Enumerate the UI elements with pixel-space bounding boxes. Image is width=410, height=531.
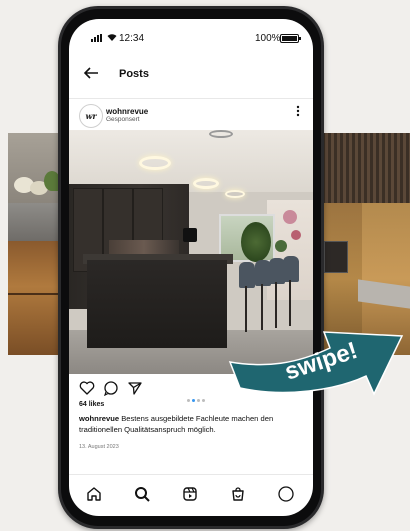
likes-count[interactable]: 64 likes [79, 401, 104, 408]
nav-bar: Posts [69, 63, 313, 93]
brand-logo: wr [85, 111, 97, 121]
status-time: 12:34 [119, 33, 145, 44]
signal-icon [91, 34, 105, 42]
shop-icon[interactable] [229, 485, 247, 503]
background-kitchen-image-left [8, 133, 62, 355]
home-icon[interactable] [85, 485, 103, 503]
sponsored-label: Gesponsert [106, 116, 140, 123]
carousel-dot [202, 399, 205, 402]
wifi-icon [107, 33, 117, 44]
page-title: Posts [119, 68, 149, 80]
phone-screen: 12:34 100% Posts wr wohnrevue Gesponsert [69, 19, 313, 516]
caption-author[interactable]: wohnrevue [79, 414, 119, 423]
more-vertical-icon[interactable] [295, 105, 301, 119]
swipe-banner: swipe! [226, 318, 408, 404]
post-date: 13. August 2023 [79, 444, 119, 450]
post-caption: wohnrevue Bestens ausgebildete Fachleute… [79, 413, 305, 435]
profile-icon[interactable] [277, 485, 295, 503]
search-icon[interactable] [133, 485, 151, 503]
reels-icon[interactable] [181, 485, 199, 503]
carousel-dot [187, 399, 190, 402]
carousel-dot-active [192, 399, 195, 402]
heart-icon[interactable] [79, 380, 95, 396]
bottom-tab-bar [69, 474, 313, 516]
battery-percent: 100% [255, 33, 281, 44]
battery-icon [280, 34, 301, 43]
comment-icon[interactable] [103, 380, 119, 397]
send-icon[interactable] [127, 380, 143, 396]
carousel-dot [197, 399, 200, 402]
arrow-left-icon[interactable] [83, 65, 99, 85]
phone-frame: 12:34 100% Posts wr wohnrevue Gesponsert [58, 6, 324, 529]
status-bar: 12:34 100% [69, 19, 313, 53]
avatar[interactable]: wr [79, 104, 103, 128]
carousel-indicator [187, 389, 207, 407]
account-name[interactable]: wohnrevue [106, 107, 148, 116]
